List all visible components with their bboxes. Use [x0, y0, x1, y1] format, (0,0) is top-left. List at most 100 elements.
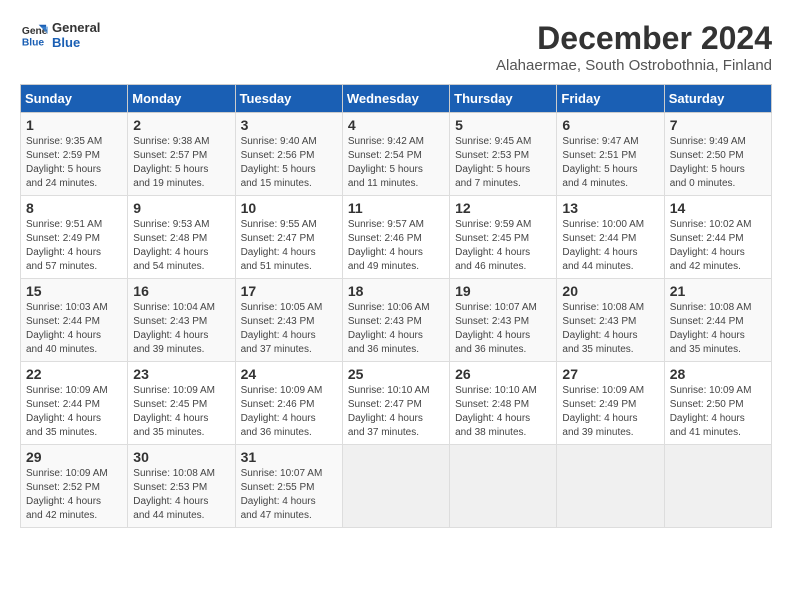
day-number: 25	[348, 366, 444, 382]
calendar-cell: 15 Sunrise: 10:03 AM Sunset: 2:44 PM Dayl…	[21, 279, 128, 362]
calendar-week-row: 22 Sunrise: 10:09 AM Sunset: 2:44 PM Dayl…	[21, 362, 772, 445]
calendar-header-monday: Monday	[128, 85, 235, 113]
calendar-header-saturday: Saturday	[664, 85, 771, 113]
calendar-cell: 25 Sunrise: 10:10 AM Sunset: 2:47 PM Dayl…	[342, 362, 449, 445]
day-info: Sunrise: 10:09 AM Sunset: 2:52 PM Daylig…	[26, 467, 122, 523]
day-info: Sunrise: 9:42 AM Sunset: 2:54 PM Dayligh…	[348, 135, 444, 191]
day-number: 27	[562, 366, 658, 382]
day-number: 11	[348, 200, 444, 216]
day-number: 23	[133, 366, 229, 382]
subtitle: Alahaermae, South Ostrobothnia, Finland	[496, 57, 772, 74]
calendar-cell: 22 Sunrise: 10:09 AM Sunset: 2:44 PM Dayl…	[21, 362, 128, 445]
day-number: 7	[670, 117, 766, 133]
calendar-cell	[557, 445, 664, 528]
day-info: Sunrise: 10:06 AM Sunset: 2:43 PM Daylig…	[348, 301, 444, 357]
calendar-cell	[450, 445, 557, 528]
calendar-week-row: 8 Sunrise: 9:51 AM Sunset: 2:49 PM Daylig…	[21, 196, 772, 279]
calendar-cell: 24 Sunrise: 10:09 AM Sunset: 2:46 PM Dayl…	[235, 362, 342, 445]
day-info: Sunrise: 9:35 AM Sunset: 2:59 PM Dayligh…	[26, 135, 122, 191]
calendar-cell: 9Sunrise: 9:53 AM Sunset: 2:48 PM Daylig…	[128, 196, 235, 279]
day-info: Sunrise: 9:57 AM Sunset: 2:46 PM Dayligh…	[348, 218, 444, 274]
calendar-cell: 29Sunrise: 10:09 AM Sunset: 2:52 PM Dayl…	[21, 445, 128, 528]
calendar-cell: 17Sunrise: 10:05 AM Sunset: 2:43 PM Dayl…	[235, 279, 342, 362]
calendar-cell	[342, 445, 449, 528]
day-info: Sunrise: 10:08 AM Sunset: 2:43 PM Daylig…	[562, 301, 658, 357]
day-info: Sunrise: 10:03 AM Sunset: 2:44 PM Daylig…	[26, 301, 122, 357]
day-number: 12	[455, 200, 551, 216]
day-number: 28	[670, 366, 766, 382]
day-number: 3	[241, 117, 337, 133]
title-area: December 2024 Alahaermae, South Ostrobot…	[496, 20, 772, 74]
calendar-cell: 23Sunrise: 10:09 AM Sunset: 2:45 PM Dayl…	[128, 362, 235, 445]
day-number: 8	[26, 200, 122, 216]
calendar-header-row: SundayMondayTuesdayWednesdayThursdayFrid…	[21, 85, 772, 113]
calendar-cell: 10 Sunrise: 9:55 AM Sunset: 2:47 PM Dayli…	[235, 196, 342, 279]
calendar-cell: 2Sunrise: 9:38 AM Sunset: 2:57 PM Daylig…	[128, 113, 235, 196]
day-info: Sunrise: 10:02 AM Sunset: 2:44 PM Daylig…	[670, 218, 766, 274]
calendar-cell: 11 Sunrise: 9:57 AM Sunset: 2:46 PM Dayli…	[342, 196, 449, 279]
day-number: 30	[133, 449, 229, 465]
day-number: 10	[241, 200, 337, 216]
calendar-cell: 8 Sunrise: 9:51 AM Sunset: 2:49 PM Daylig…	[21, 196, 128, 279]
day-info: Sunrise: 10:04 AM Sunset: 2:43 PM Daylig…	[133, 301, 229, 357]
day-number: 19	[455, 283, 551, 299]
calendar-cell: 27 Sunrise: 10:09 AM Sunset: 2:49 PM Dayl…	[557, 362, 664, 445]
calendar-cell: 7 Sunrise: 9:49 AM Sunset: 2:50 PM Daylig…	[664, 113, 771, 196]
calendar-header-tuesday: Tuesday	[235, 85, 342, 113]
day-info: Sunrise: 9:51 AM Sunset: 2:49 PM Dayligh…	[26, 218, 122, 274]
calendar-cell: 3 Sunrise: 9:40 AM Sunset: 2:56 PM Daylig…	[235, 113, 342, 196]
svg-text:Blue: Blue	[22, 37, 45, 48]
calendar-cell: 19 Sunrise: 10:07 AM Sunset: 2:43 PM Dayl…	[450, 279, 557, 362]
calendar-cell: 6 Sunrise: 9:47 AM Sunset: 2:51 PM Daylig…	[557, 113, 664, 196]
day-info: Sunrise: 10:09 AM Sunset: 2:49 PM Daylig…	[562, 384, 658, 440]
day-number: 5	[455, 117, 551, 133]
calendar-cell	[664, 445, 771, 528]
calendar-cell: 5 Sunrise: 9:45 AM Sunset: 2:53 PM Daylig…	[450, 113, 557, 196]
day-info: Sunrise: 9:49 AM Sunset: 2:50 PM Dayligh…	[670, 135, 766, 191]
day-info: Sunrise: 10:08 AM Sunset: 2:53 PM Daylig…	[133, 467, 229, 523]
calendar-cell: 26Sunrise: 10:10 AM Sunset: 2:48 PM Dayl…	[450, 362, 557, 445]
calendar-cell: 28 Sunrise: 10:09 AM Sunset: 2:50 PM Dayl…	[664, 362, 771, 445]
day-info: Sunrise: 10:09 AM Sunset: 2:44 PM Daylig…	[26, 384, 122, 440]
calendar-cell: 20Sunrise: 10:08 AM Sunset: 2:43 PM Dayl…	[557, 279, 664, 362]
day-info: Sunrise: 9:38 AM Sunset: 2:57 PM Dayligh…	[133, 135, 229, 191]
calendar-cell: 1Sunrise: 9:35 AM Sunset: 2:59 PM Daylig…	[21, 113, 128, 196]
calendar-cell: 31 Sunrise: 10:07 AM Sunset: 2:55 PM Dayl…	[235, 445, 342, 528]
day-number: 16	[133, 283, 229, 299]
day-info: Sunrise: 9:47 AM Sunset: 2:51 PM Dayligh…	[562, 135, 658, 191]
day-number: 15	[26, 283, 122, 299]
day-number: 18	[348, 283, 444, 299]
day-number: 17	[241, 283, 337, 299]
day-info: Sunrise: 9:59 AM Sunset: 2:45 PM Dayligh…	[455, 218, 551, 274]
day-number: 13	[562, 200, 658, 216]
day-number: 26	[455, 366, 551, 382]
calendar-header-thursday: Thursday	[450, 85, 557, 113]
logo: General Blue General Blue	[20, 20, 100, 50]
day-info: Sunrise: 10:00 AM Sunset: 2:44 PM Daylig…	[562, 218, 658, 274]
day-number: 22	[26, 366, 122, 382]
day-info: Sunrise: 9:55 AM Sunset: 2:47 PM Dayligh…	[241, 218, 337, 274]
day-info: Sunrise: 10:09 AM Sunset: 2:50 PM Daylig…	[670, 384, 766, 440]
day-number: 24	[241, 366, 337, 382]
day-info: Sunrise: 9:45 AM Sunset: 2:53 PM Dayligh…	[455, 135, 551, 191]
day-info: Sunrise: 10:07 AM Sunset: 2:55 PM Daylig…	[241, 467, 337, 523]
day-info: Sunrise: 10:09 AM Sunset: 2:46 PM Daylig…	[241, 384, 337, 440]
calendar-header-friday: Friday	[557, 85, 664, 113]
day-info: Sunrise: 9:40 AM Sunset: 2:56 PM Dayligh…	[241, 135, 337, 191]
day-number: 31	[241, 449, 337, 465]
logo-line2: Blue	[52, 35, 100, 50]
header: General Blue General Blue December 2024 …	[20, 20, 772, 74]
calendar-header-wednesday: Wednesday	[342, 85, 449, 113]
calendar-cell: 13 Sunrise: 10:00 AM Sunset: 2:44 PM Dayl…	[557, 196, 664, 279]
day-info: Sunrise: 10:07 AM Sunset: 2:43 PM Daylig…	[455, 301, 551, 357]
calendar-cell: 30 Sunrise: 10:08 AM Sunset: 2:53 PM Dayl…	[128, 445, 235, 528]
calendar-week-row: 1Sunrise: 9:35 AM Sunset: 2:59 PM Daylig…	[21, 113, 772, 196]
day-info: Sunrise: 9:53 AM Sunset: 2:48 PM Dayligh…	[133, 218, 229, 274]
day-info: Sunrise: 10:10 AM Sunset: 2:47 PM Daylig…	[348, 384, 444, 440]
logo-line1: General	[52, 20, 100, 35]
calendar-cell: 4Sunrise: 9:42 AM Sunset: 2:54 PM Daylig…	[342, 113, 449, 196]
day-number: 6	[562, 117, 658, 133]
calendar: SundayMondayTuesdayWednesdayThursdayFrid…	[20, 84, 772, 528]
day-info: Sunrise: 10:08 AM Sunset: 2:44 PM Daylig…	[670, 301, 766, 357]
calendar-cell: 18 Sunrise: 10:06 AM Sunset: 2:43 PM Dayl…	[342, 279, 449, 362]
